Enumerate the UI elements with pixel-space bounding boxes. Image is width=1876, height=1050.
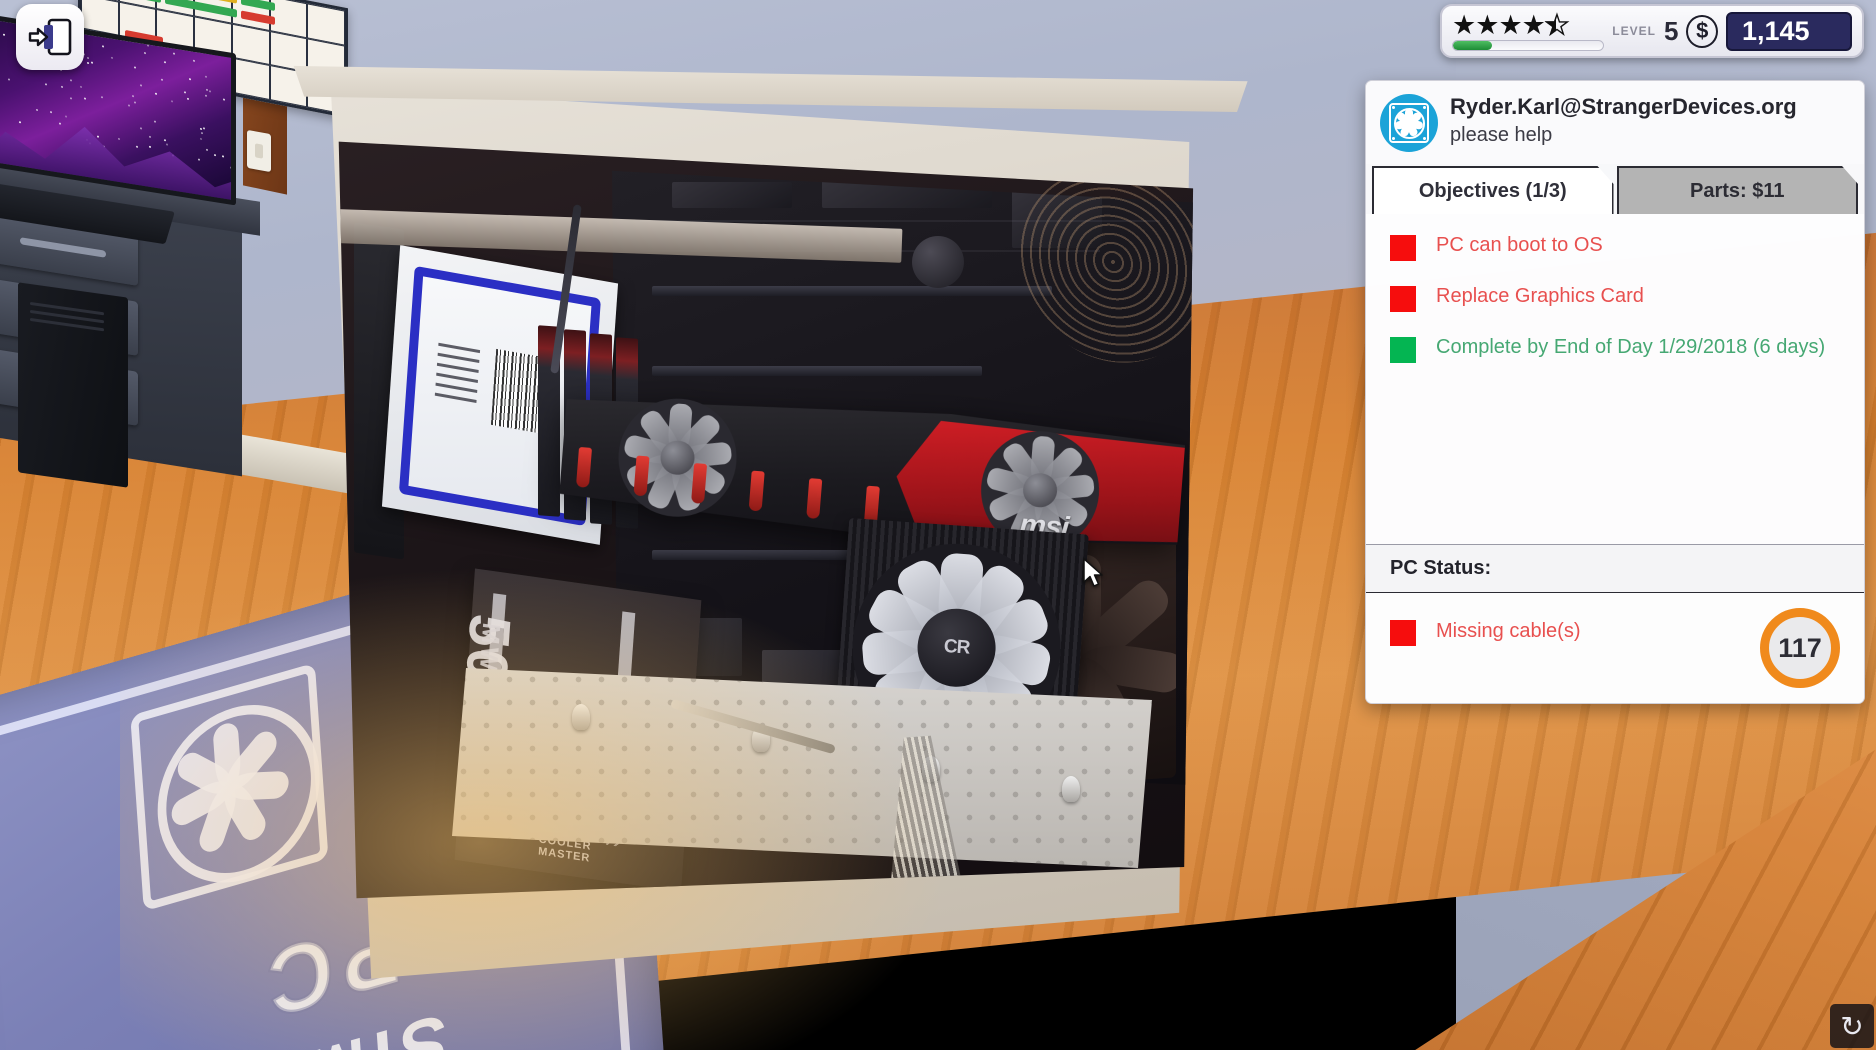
- background-pc-tower: [18, 282, 128, 487]
- task-panel-header: Ryder.Karl@StrangerDevices.org please he…: [1366, 81, 1864, 164]
- xp-bar: [1452, 40, 1604, 51]
- objective-item[interactable]: PC can boot to OS: [1390, 232, 1850, 261]
- objective-label: Complete by End of Day 1/29/2018 (6 days…: [1436, 334, 1825, 362]
- rotate-camera-icon[interactable]: ↻: [1830, 1004, 1874, 1048]
- game-viewport: PC SIM: [0, 0, 1876, 1050]
- level-label: LEVEL: [1612, 24, 1656, 38]
- hdd-label-lines: [435, 343, 481, 410]
- tray-holes: [452, 668, 1152, 868]
- objective-status-box: [1390, 286, 1416, 312]
- exit-button[interactable]: [16, 4, 84, 70]
- rating-stars: ★★★★★: [1452, 12, 1604, 39]
- star-icon: ★: [1522, 12, 1544, 39]
- case-interior: WD msi: [312, 126, 1202, 906]
- fan-frame-dot: [1423, 106, 1426, 109]
- standoff: [572, 704, 590, 730]
- pc-status-body: Missing cable(s) 117: [1366, 593, 1864, 703]
- fan-frame-dot: [1392, 137, 1395, 140]
- fan-frame-dot: [1392, 106, 1395, 109]
- objective-label: Replace Graphics Card: [1436, 283, 1644, 311]
- objective-label: PC can boot to OS: [1436, 232, 1603, 260]
- star-icon: ★: [1498, 12, 1520, 39]
- fan-frame-dot: [1423, 137, 1426, 140]
- ticket-subject: please help: [1450, 124, 1797, 147]
- objective-item[interactable]: Complete by End of Day 1/29/2018 (6 days…: [1390, 334, 1850, 363]
- panel-tabs: Objectives (1/3) Parts: $11: [1366, 166, 1864, 214]
- pc-status-box: [1390, 620, 1416, 646]
- objective-status-box: [1390, 235, 1416, 261]
- open-pc-case[interactable]: WD msi: [250, 48, 1260, 988]
- motherboard-tray: [452, 668, 1152, 868]
- standoff: [1062, 776, 1080, 802]
- player-status-bar: ★★★★★ LEVEL 5 $ 1,145: [1440, 4, 1864, 58]
- exit-door-icon: [28, 17, 72, 57]
- rating-stars-group: ★★★★★: [1452, 12, 1604, 51]
- tab-objectives[interactable]: Objectives (1/3): [1372, 166, 1614, 214]
- objective-item[interactable]: Replace Graphics Card: [1390, 283, 1850, 312]
- pc-status-label: Missing cable(s): [1436, 618, 1580, 646]
- money-amount: 1,145: [1726, 12, 1852, 51]
- star-icon: ★: [1452, 12, 1474, 39]
- fan-avatar-icon: [1380, 94, 1438, 152]
- status-counter-badge: 117: [1760, 608, 1840, 688]
- dollar-coin-icon: $: [1686, 15, 1718, 48]
- objective-status-box: [1390, 337, 1416, 363]
- task-panel: Ryder.Karl@StrangerDevices.org please he…: [1365, 80, 1865, 704]
- level-value: 5: [1664, 16, 1678, 47]
- xp-bar-fill: [1453, 41, 1492, 50]
- star-icon: ★: [1475, 12, 1497, 39]
- objectives-list: PC can boot to OS Replace Graphics Card …: [1366, 214, 1864, 544]
- drawer-handle: [20, 237, 106, 258]
- star-icon: ★: [1545, 12, 1567, 39]
- tab-parts[interactable]: Parts: $11: [1617, 166, 1859, 214]
- sender-email: Ryder.Karl@StrangerDevices.org: [1450, 94, 1797, 120]
- pc-status-heading: PC Status:: [1366, 544, 1864, 593]
